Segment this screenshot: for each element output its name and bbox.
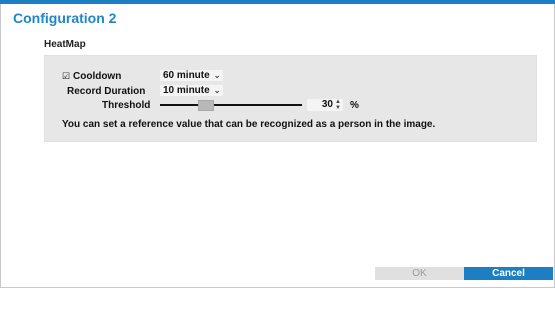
threshold-slider-track[interactable]: [160, 104, 302, 106]
configuration-dialog: Configuration 2 HeatMap ☑ Cooldown 60 mi…: [0, 4, 555, 288]
cooldown-label: Cooldown: [73, 71, 122, 82]
threshold-unit: %: [350, 100, 359, 111]
dialog-title: Configuration 2: [13, 10, 117, 26]
record-duration-label: Record Duration: [67, 86, 146, 97]
chevron-down-icon: ⌄: [213, 71, 221, 80]
threshold-slider-thumb[interactable]: [198, 100, 214, 111]
threshold-label: Threshold: [102, 100, 151, 111]
spin-arrows-icon[interactable]: ▲ ▼: [334, 99, 342, 111]
chevron-down-icon: ⌄: [213, 86, 221, 95]
record-duration-value: 10 minute: [163, 85, 210, 96]
cooldown-value: 60 minute: [163, 70, 210, 81]
threshold-hint-text: You can set a reference value that can b…: [62, 119, 436, 130]
section-label-heatmap: HeatMap: [44, 39, 86, 50]
cooldown-select[interactable]: 60 minute ⌄: [160, 70, 224, 81]
heatmap-settings-panel: ☑ Cooldown 60 minute ⌄ Record Duration 10…: [44, 55, 537, 142]
cooldown-checkbox[interactable]: ☑: [62, 72, 71, 81]
cancel-button[interactable]: Cancel: [464, 267, 553, 280]
ok-button[interactable]: OK: [375, 267, 464, 280]
threshold-spinbox[interactable]: 30 ▲ ▼: [307, 99, 343, 111]
record-duration-select[interactable]: 10 minute ⌄: [160, 85, 224, 96]
threshold-value: 30: [321, 99, 333, 110]
